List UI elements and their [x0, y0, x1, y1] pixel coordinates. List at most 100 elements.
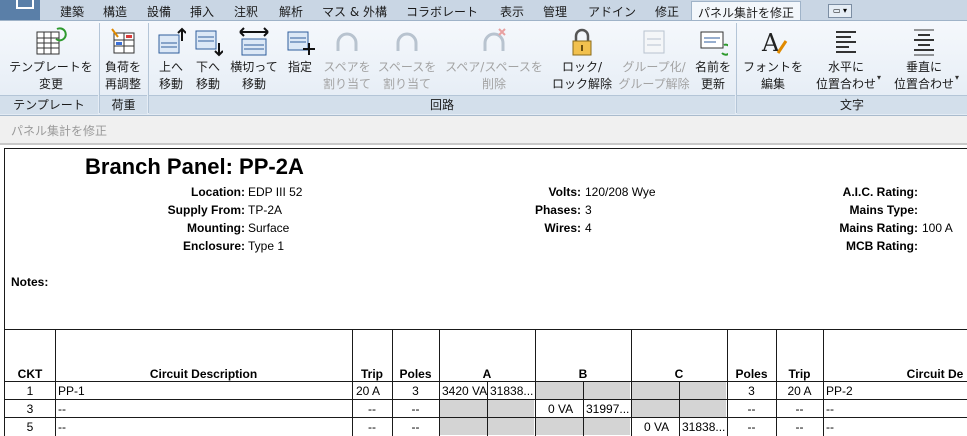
move-across-button[interactable]: 横切って 移動: [228, 21, 280, 97]
volts-label: Volts:: [548, 185, 581, 199]
assign-button[interactable]: 指定: [282, 21, 318, 97]
tab-modify[interactable]: 修正: [655, 3, 679, 20]
table-cell-description[interactable]: PP-1: [58, 384, 348, 398]
mounting-label: Mounting:: [187, 221, 245, 235]
table-col-rule: [535, 329, 536, 436]
col-header-ckt: CKT: [17, 367, 43, 381]
panel-schedule-view[interactable]: Branch Panel: PP-2A Location: EDP III 52…: [4, 148, 967, 436]
mains-type-label: Mains Type:: [849, 203, 918, 217]
table-cell-description-right[interactable]: PP-2: [826, 384, 966, 398]
mains-rating-label: Mains Rating:: [839, 221, 918, 235]
table-cell-poles-right[interactable]: 3: [727, 384, 776, 398]
align-horizontal-button[interactable]: 水平に 位置合わせ: [810, 21, 882, 97]
tab-insert[interactable]: 挿入: [190, 3, 214, 20]
col-header-description-right: Circuit De: [906, 367, 964, 381]
table-cell-poles[interactable]: 3: [392, 384, 439, 398]
group-label-2: グループ解除: [618, 77, 690, 91]
change-template-label: テンプレートを: [9, 60, 93, 74]
lock-unlock-button[interactable]: ロック/ ロック解除: [548, 21, 616, 97]
table-cell-trip[interactable]: --: [352, 420, 392, 434]
supply-from-label: Supply From:: [167, 203, 245, 217]
update-names-button[interactable]: 名前を 更新: [692, 21, 734, 97]
table-cell-description[interactable]: --: [58, 402, 348, 416]
edit-font-button[interactable]: A フォントを 編集: [740, 21, 806, 97]
assign-space-label-2: 割り当て: [382, 77, 431, 91]
table-cell-description[interactable]: --: [58, 420, 348, 434]
table-cell-trip-right[interactable]: --: [776, 402, 823, 416]
move-up-button[interactable]: 上へ 移動: [152, 21, 190, 97]
template-table-icon: [36, 27, 67, 55]
col-header-phase-b: B: [578, 367, 588, 381]
tab-manage[interactable]: 管理: [543, 3, 567, 20]
phases-value: 3: [585, 203, 592, 217]
table-cell-ckt[interactable]: 3: [5, 402, 55, 416]
ribbon-panel: テンプレートを 変更 負荷を 再調整 上へ 移動 下へ 移動 横切って 移動 指…: [0, 21, 967, 116]
align-horizontal-dropdown-icon[interactable]: ▾: [877, 73, 881, 82]
move-down-label-2: 移動: [195, 77, 220, 91]
table-cell-poles-right[interactable]: --: [727, 420, 776, 434]
group-ungroup-button[interactable]: グループ化/ グループ解除: [618, 21, 690, 97]
remove-spare-space-button[interactable]: スペア/スペースを 削除: [442, 21, 546, 97]
assign-spare-label: スペアを: [323, 60, 371, 74]
ribbon-display-dropdown[interactable]: ▭ ▾: [828, 4, 852, 18]
move-across-label-2: 移動: [241, 77, 266, 91]
tab-view[interactable]: 表示: [500, 3, 524, 20]
align-horizontal-label-2: 位置合わせ: [815, 77, 876, 91]
panel-title: Branch Panel: PP-2A: [85, 154, 304, 179]
align-horizontal-icon: [836, 31, 856, 53]
table-cell-phase-a-load-right[interactable]: 31838...: [490, 384, 535, 398]
tab-systems[interactable]: 設備: [147, 3, 171, 20]
table-cell-trip[interactable]: 20 A: [356, 384, 392, 398]
move-down-button[interactable]: 下へ 移動: [190, 21, 226, 97]
edit-font-label-2: 編集: [760, 77, 785, 91]
change-template-label-2: 変更: [38, 77, 63, 91]
col-header-phase-a: A: [482, 367, 492, 381]
col-header-trip: Trip: [360, 367, 383, 381]
ribbon-tab-bar: 建築 構造 設備 挿入 注釈 解析 マス & 外構 コラボレート 表示 管理 ア…: [0, 0, 967, 21]
tab-annotate[interactable]: 注釈: [234, 3, 258, 20]
table-cell-phase-a-load[interactable]: 3420 VA: [442, 384, 487, 398]
move-up-label: 上へ: [158, 60, 183, 74]
move-down-icon: [195, 30, 223, 57]
assign-space-icon: [396, 32, 418, 51]
table-cell-poles-right[interactable]: --: [727, 402, 776, 416]
change-template-button[interactable]: テンプレートを 変更: [6, 21, 96, 97]
tab-massing-site[interactable]: マス & 外構: [322, 3, 387, 20]
align-vertical-label-2: 位置合わせ: [893, 77, 954, 91]
table-cell-phase-b-load-right[interactable]: 31997...: [586, 402, 631, 416]
align-vertical-dropdown-icon[interactable]: ▾: [955, 73, 959, 82]
assign-icon: [287, 31, 315, 55]
application-menu-button[interactable]: [0, 0, 40, 20]
table-cell-description-right[interactable]: --: [826, 420, 966, 434]
group-label-loads: 荷重: [100, 95, 147, 114]
assign-spare-button[interactable]: スペアを 割り当て: [320, 21, 374, 97]
table-cell-phase-c-load-right[interactable]: 31838...: [682, 420, 727, 434]
tab-modify-panel-schedule[interactable]: パネル集計を修正: [691, 1, 802, 20]
table-cell-description-right[interactable]: --: [826, 402, 966, 416]
table-cell-trip-right[interactable]: --: [776, 420, 823, 434]
assign-spare-icon: [336, 32, 358, 51]
rebalance-label-2: 再調整: [104, 77, 141, 91]
table-cell-ckt[interactable]: 1: [5, 384, 55, 398]
tab-add-ins[interactable]: アドイン: [588, 3, 636, 20]
tab-structure[interactable]: 構造: [103, 3, 127, 20]
assign-space-button[interactable]: スペースを 割り当て: [374, 21, 440, 97]
tab-architecture[interactable]: 建築: [60, 3, 84, 20]
table-cell-phase-b-load[interactable]: 0 VA: [548, 402, 583, 416]
col-header-poles: Poles: [399, 367, 432, 381]
tab-collaborate[interactable]: コラボレート: [406, 3, 478, 20]
table-cell-poles[interactable]: --: [392, 420, 439, 434]
remove-spare-label-2: 削除: [481, 77, 506, 91]
group-label: グループ化/: [622, 60, 686, 74]
table-cell-phase-c-load[interactable]: 0 VA: [644, 420, 679, 434]
tab-analyze[interactable]: 解析: [279, 3, 303, 20]
align-vertical-button[interactable]: 垂直に 位置合わせ: [886, 21, 962, 97]
phases-label: Phases:: [534, 203, 581, 217]
group-icon: [643, 30, 665, 54]
table-cell-trip-right[interactable]: 20 A: [776, 384, 823, 398]
table-cell-poles[interactable]: --: [392, 402, 439, 416]
table-cell-trip[interactable]: --: [352, 402, 392, 416]
table-col-rule: [487, 381, 488, 436]
rebalance-loads-button[interactable]: 負荷を 再調整: [101, 21, 145, 97]
table-cell-ckt[interactable]: 5: [5, 420, 55, 434]
